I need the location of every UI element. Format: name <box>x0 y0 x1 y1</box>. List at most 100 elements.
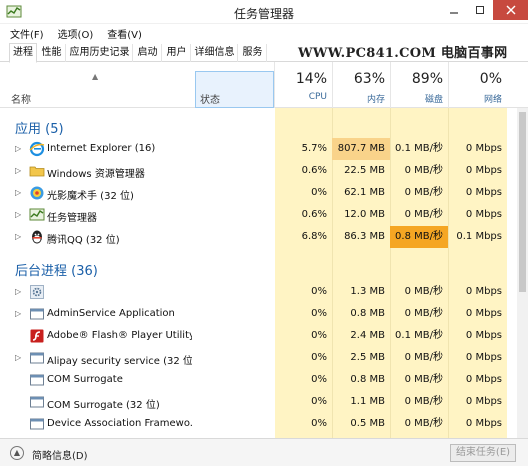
close-button[interactable] <box>493 0 528 20</box>
memory-value: 2.4 MB <box>350 330 385 341</box>
fewer-details-link[interactable]: 简略信息(D) <box>32 447 88 462</box>
network-value: 0 Mbps <box>465 418 502 429</box>
cpu-value: 5.7% <box>301 143 327 154</box>
memory-value: 807.7 MB <box>332 138 390 160</box>
disk-value: 0.1 MB/秒 <box>395 143 443 154</box>
process-row[interactable]: ▷ 0% 1.3 MB 0 MB/秒 0 Mbps <box>0 281 517 303</box>
tab-details[interactable]: 详细信息 <box>192 44 238 62</box>
process-list[interactable]: 应用 (5) ▷ Internet Explorer (16) 5.7% 807… <box>0 108 517 438</box>
column-memory-percent[interactable]: 63% <box>332 71 385 87</box>
cpu-value: 0% <box>311 286 327 297</box>
minimize-button[interactable] <box>441 0 467 20</box>
column-disk-label[interactable]: 磁盘 <box>390 92 443 105</box>
network-value: 0 Mbps <box>465 165 502 176</box>
flash-icon <box>30 329 44 343</box>
process-row[interactable]: ▷ AdminService Application 0% 0.8 MB 0 M… <box>0 303 517 325</box>
cpu-value: 6.8% <box>301 231 327 242</box>
menu-file[interactable]: 文件(F) <box>10 26 44 41</box>
cpu-value: 0% <box>311 374 327 385</box>
column-network-label[interactable]: 网络 <box>448 92 502 105</box>
cpu-value: 0% <box>311 330 327 341</box>
menu-options[interactable]: 选项(O) <box>58 26 94 41</box>
tab-strip: 进程 性能 应用历史记录 启动 用户 详细信息 服务 WWW.PC841.COM… <box>0 42 528 63</box>
process-name: AdminService Application <box>47 308 175 319</box>
maximize-button[interactable] <box>467 0 493 20</box>
footer-bar: ▲ 简略信息(D) 结束任务(E) <box>0 438 528 466</box>
process-row[interactable]: ▷ 任务管理器 0.6% 12.0 MB 0 MB/秒 0 Mbps <box>0 204 517 226</box>
expand-chevron-icon[interactable]: ▷ <box>15 166 21 175</box>
qq-icon <box>32 230 42 244</box>
tab-users[interactable]: 用户 <box>163 44 191 62</box>
tab-performance[interactable]: 性能 <box>38 44 66 62</box>
cpu-value: 0% <box>311 308 327 319</box>
network-value: 0 Mbps <box>465 143 502 154</box>
expand-chevron-icon[interactable]: ▷ <box>15 188 21 197</box>
disk-value: 0.1 MB/秒 <box>395 330 443 341</box>
disk-value: 0 MB/秒 <box>404 286 443 297</box>
memory-value: 86.3 MB <box>344 231 385 242</box>
maximize-icon <box>476 6 484 14</box>
tab-app-history[interactable]: 应用历史记录 <box>67 44 133 62</box>
expand-chevron-icon[interactable]: ▷ <box>15 144 21 153</box>
service-icon <box>30 418 44 430</box>
memory-value: 12.0 MB <box>344 209 385 220</box>
process-name: Alipay security service (32 位) <box>47 356 192 367</box>
tab-services[interactable]: 服务 <box>239 44 267 62</box>
menu-view[interactable]: 查看(V) <box>107 26 142 41</box>
column-cpu-percent[interactable]: 14% <box>275 71 327 87</box>
memory-value: 0.8 MB <box>350 374 385 385</box>
memory-value: 1.3 MB <box>350 286 385 297</box>
expand-chevron-icon[interactable]: ▷ <box>15 210 21 219</box>
expand-chevron-icon[interactable]: ▷ <box>15 309 21 318</box>
process-name: 任务管理器 <box>47 213 97 224</box>
process-name: Internet Explorer (16) <box>47 143 156 154</box>
column-memory-label[interactable]: 内存 <box>332 92 385 105</box>
close-icon <box>506 5 515 15</box>
column-network-percent[interactable]: 0% <box>448 71 502 87</box>
process-row[interactable]: ▷ 光影魔术手 (32 位) 0% 62.1 MB 0 MB/秒 0 Mbps <box>0 182 517 204</box>
disk-value: 0 MB/秒 <box>404 308 443 319</box>
scrollbar-thumb[interactable] <box>519 112 526 292</box>
process-row[interactable]: Device Association Framewo... 0% 0.5 MB … <box>0 413 517 435</box>
chevron-up-icon[interactable]: ▲ <box>10 446 24 460</box>
column-name[interactable]: 名称 <box>11 91 31 106</box>
memory-value: 2.5 MB <box>350 352 385 363</box>
cpu-value: 0% <box>311 187 327 198</box>
column-cpu-label[interactable]: CPU <box>275 92 327 102</box>
watermark: WWW.PC841.COM 电脑百事网 <box>298 46 508 61</box>
process-row[interactable]: Adobe® Flash® Player Utility 0% 2.4 MB 0… <box>0 325 517 347</box>
tab-processes[interactable]: 进程 <box>9 43 37 63</box>
memory-value: 62.1 MB <box>344 187 385 198</box>
service-icon <box>30 396 44 408</box>
group-header-apps[interactable]: 应用 (5) <box>15 118 64 137</box>
group-header-background[interactable]: 后台进程 (36) <box>15 260 98 279</box>
process-name: COM Surrogate <box>47 374 123 385</box>
disk-value: 0 MB/秒 <box>404 396 443 407</box>
expand-chevron-icon[interactable]: ▷ <box>15 232 21 241</box>
process-row[interactable]: COM Surrogate (32 位) 0% 1.1 MB 0 MB/秒 0 … <box>0 391 517 413</box>
disk-value: 0 MB/秒 <box>404 187 443 198</box>
title-bar: 任务管理器 <box>0 0 528 24</box>
vertical-scrollbar[interactable] <box>517 108 528 438</box>
process-name: 光影魔术手 (32 位) <box>47 191 134 202</box>
network-value: 0 Mbps <box>465 286 502 297</box>
process-row[interactable]: ▷ Internet Explorer (16) 5.7% 807.7 MB 0… <box>0 138 517 160</box>
process-row[interactable]: ▷ 腾讯QQ (32 位) 6.8% 86.3 MB 0.8 MB/秒 0.1 … <box>0 226 517 248</box>
expand-chevron-icon[interactable]: ▷ <box>15 287 21 296</box>
process-name: 腾讯QQ (32 位) <box>47 235 120 246</box>
column-disk-percent[interactable]: 89% <box>390 71 443 87</box>
process-row[interactable]: ▷ Alipay security service (32 位) 0% 2.5 … <box>0 347 517 369</box>
network-value: 0 Mbps <box>465 209 502 220</box>
expand-chevron-icon[interactable]: ▷ <box>15 353 21 362</box>
end-task-button[interactable]: 结束任务(E) <box>450 444 516 462</box>
disk-value: 0 MB/秒 <box>404 209 443 220</box>
memory-value: 1.1 MB <box>350 396 385 407</box>
process-name: Windows 资源管理器 <box>47 169 145 180</box>
network-value: 0 Mbps <box>465 374 502 385</box>
sort-ascending-icon: ▲ <box>92 72 99 81</box>
process-row[interactable]: ▷ Windows 资源管理器 0.6% 22.5 MB 0 MB/秒 0 Mb… <box>0 160 517 182</box>
tab-startup[interactable]: 启动 <box>134 44 162 62</box>
process-row[interactable]: COM Surrogate 0% 0.8 MB 0 MB/秒 0 Mbps <box>0 369 517 391</box>
column-status[interactable]: 状态 <box>200 91 220 106</box>
network-value: 0 Mbps <box>465 308 502 319</box>
